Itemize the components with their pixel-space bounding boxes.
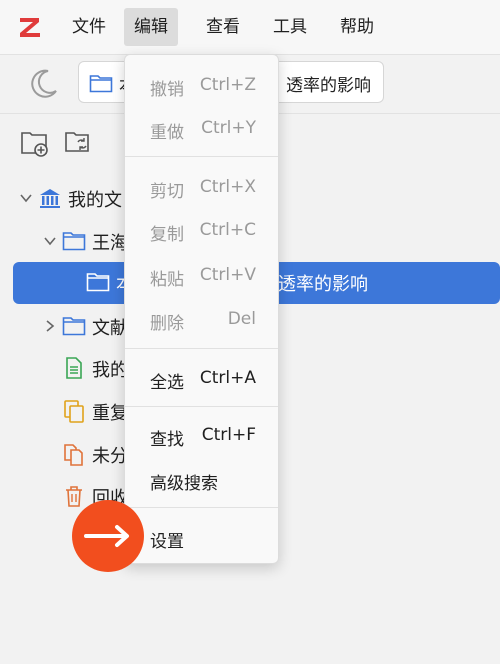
menu-separator [125, 406, 278, 407]
menu-separator [125, 156, 278, 157]
zotero-logo [17, 14, 43, 40]
menu-item-find[interactable]: 查找 Ctrl+F [125, 415, 280, 455]
arrow-right-icon [84, 525, 129, 547]
folder-icon [62, 317, 86, 336]
menu-item-paste[interactable]: 粘贴 Ctrl+V [125, 255, 280, 295]
chevron-right-icon[interactable] [42, 318, 58, 334]
menubar: 文件 编辑 查看 工具 帮助 [0, 0, 500, 55]
chevron-down-icon[interactable] [18, 190, 34, 206]
menu-item-advanced-search[interactable]: 高级搜索 [125, 459, 280, 499]
pointer-arrow-badge [72, 500, 144, 572]
menu-separator [125, 507, 278, 508]
menu-item-copy[interactable]: 复制 Ctrl+C [125, 210, 280, 250]
tree-label: 王海 [92, 233, 128, 254]
menu-item-settings[interactable]: 设置 [125, 517, 280, 557]
tree-label: 我的 [92, 360, 128, 381]
library-icon [40, 189, 60, 208]
sync-folder-icon[interactable] [64, 128, 94, 162]
duplicate-icon [64, 400, 84, 423]
tree-label: 重复 [92, 403, 128, 424]
tree-label: 未分 [92, 446, 128, 467]
chevron-down-icon[interactable] [42, 233, 58, 249]
tree-label: 我的文 [68, 190, 122, 211]
unfiled-icon [64, 444, 83, 466]
menu-separator [125, 348, 278, 349]
folder-icon [86, 273, 110, 292]
edit-menu-dropdown: 撤销 Ctrl+Z 重做 Ctrl+Y 剪切 Ctrl+X 复制 Ctrl+C … [124, 54, 279, 564]
menu-item-delete[interactable]: 删除 Del [125, 299, 280, 339]
folder-icon [89, 75, 113, 93]
menu-view[interactable]: 查看 [196, 8, 250, 46]
tree-label: 文献 [92, 318, 128, 339]
menu-tools[interactable]: 工具 [263, 8, 317, 46]
menu-item-cut[interactable]: 剪切 Ctrl+X [125, 167, 280, 207]
folder-icon [62, 232, 86, 251]
menu-edit[interactable]: 编辑 [124, 8, 178, 46]
menu-help[interactable]: 帮助 [330, 8, 384, 46]
moon-icon[interactable] [26, 67, 60, 101]
menu-file[interactable]: 文件 [62, 8, 116, 46]
new-collection-icon[interactable] [20, 128, 50, 162]
menu-item-redo[interactable]: 重做 Ctrl+Y [125, 108, 280, 148]
document-icon [66, 357, 82, 379]
menu-item-undo[interactable]: 撤销 Ctrl+Z [125, 65, 280, 105]
menu-item-select-all[interactable]: 全选 Ctrl+A [125, 358, 280, 398]
